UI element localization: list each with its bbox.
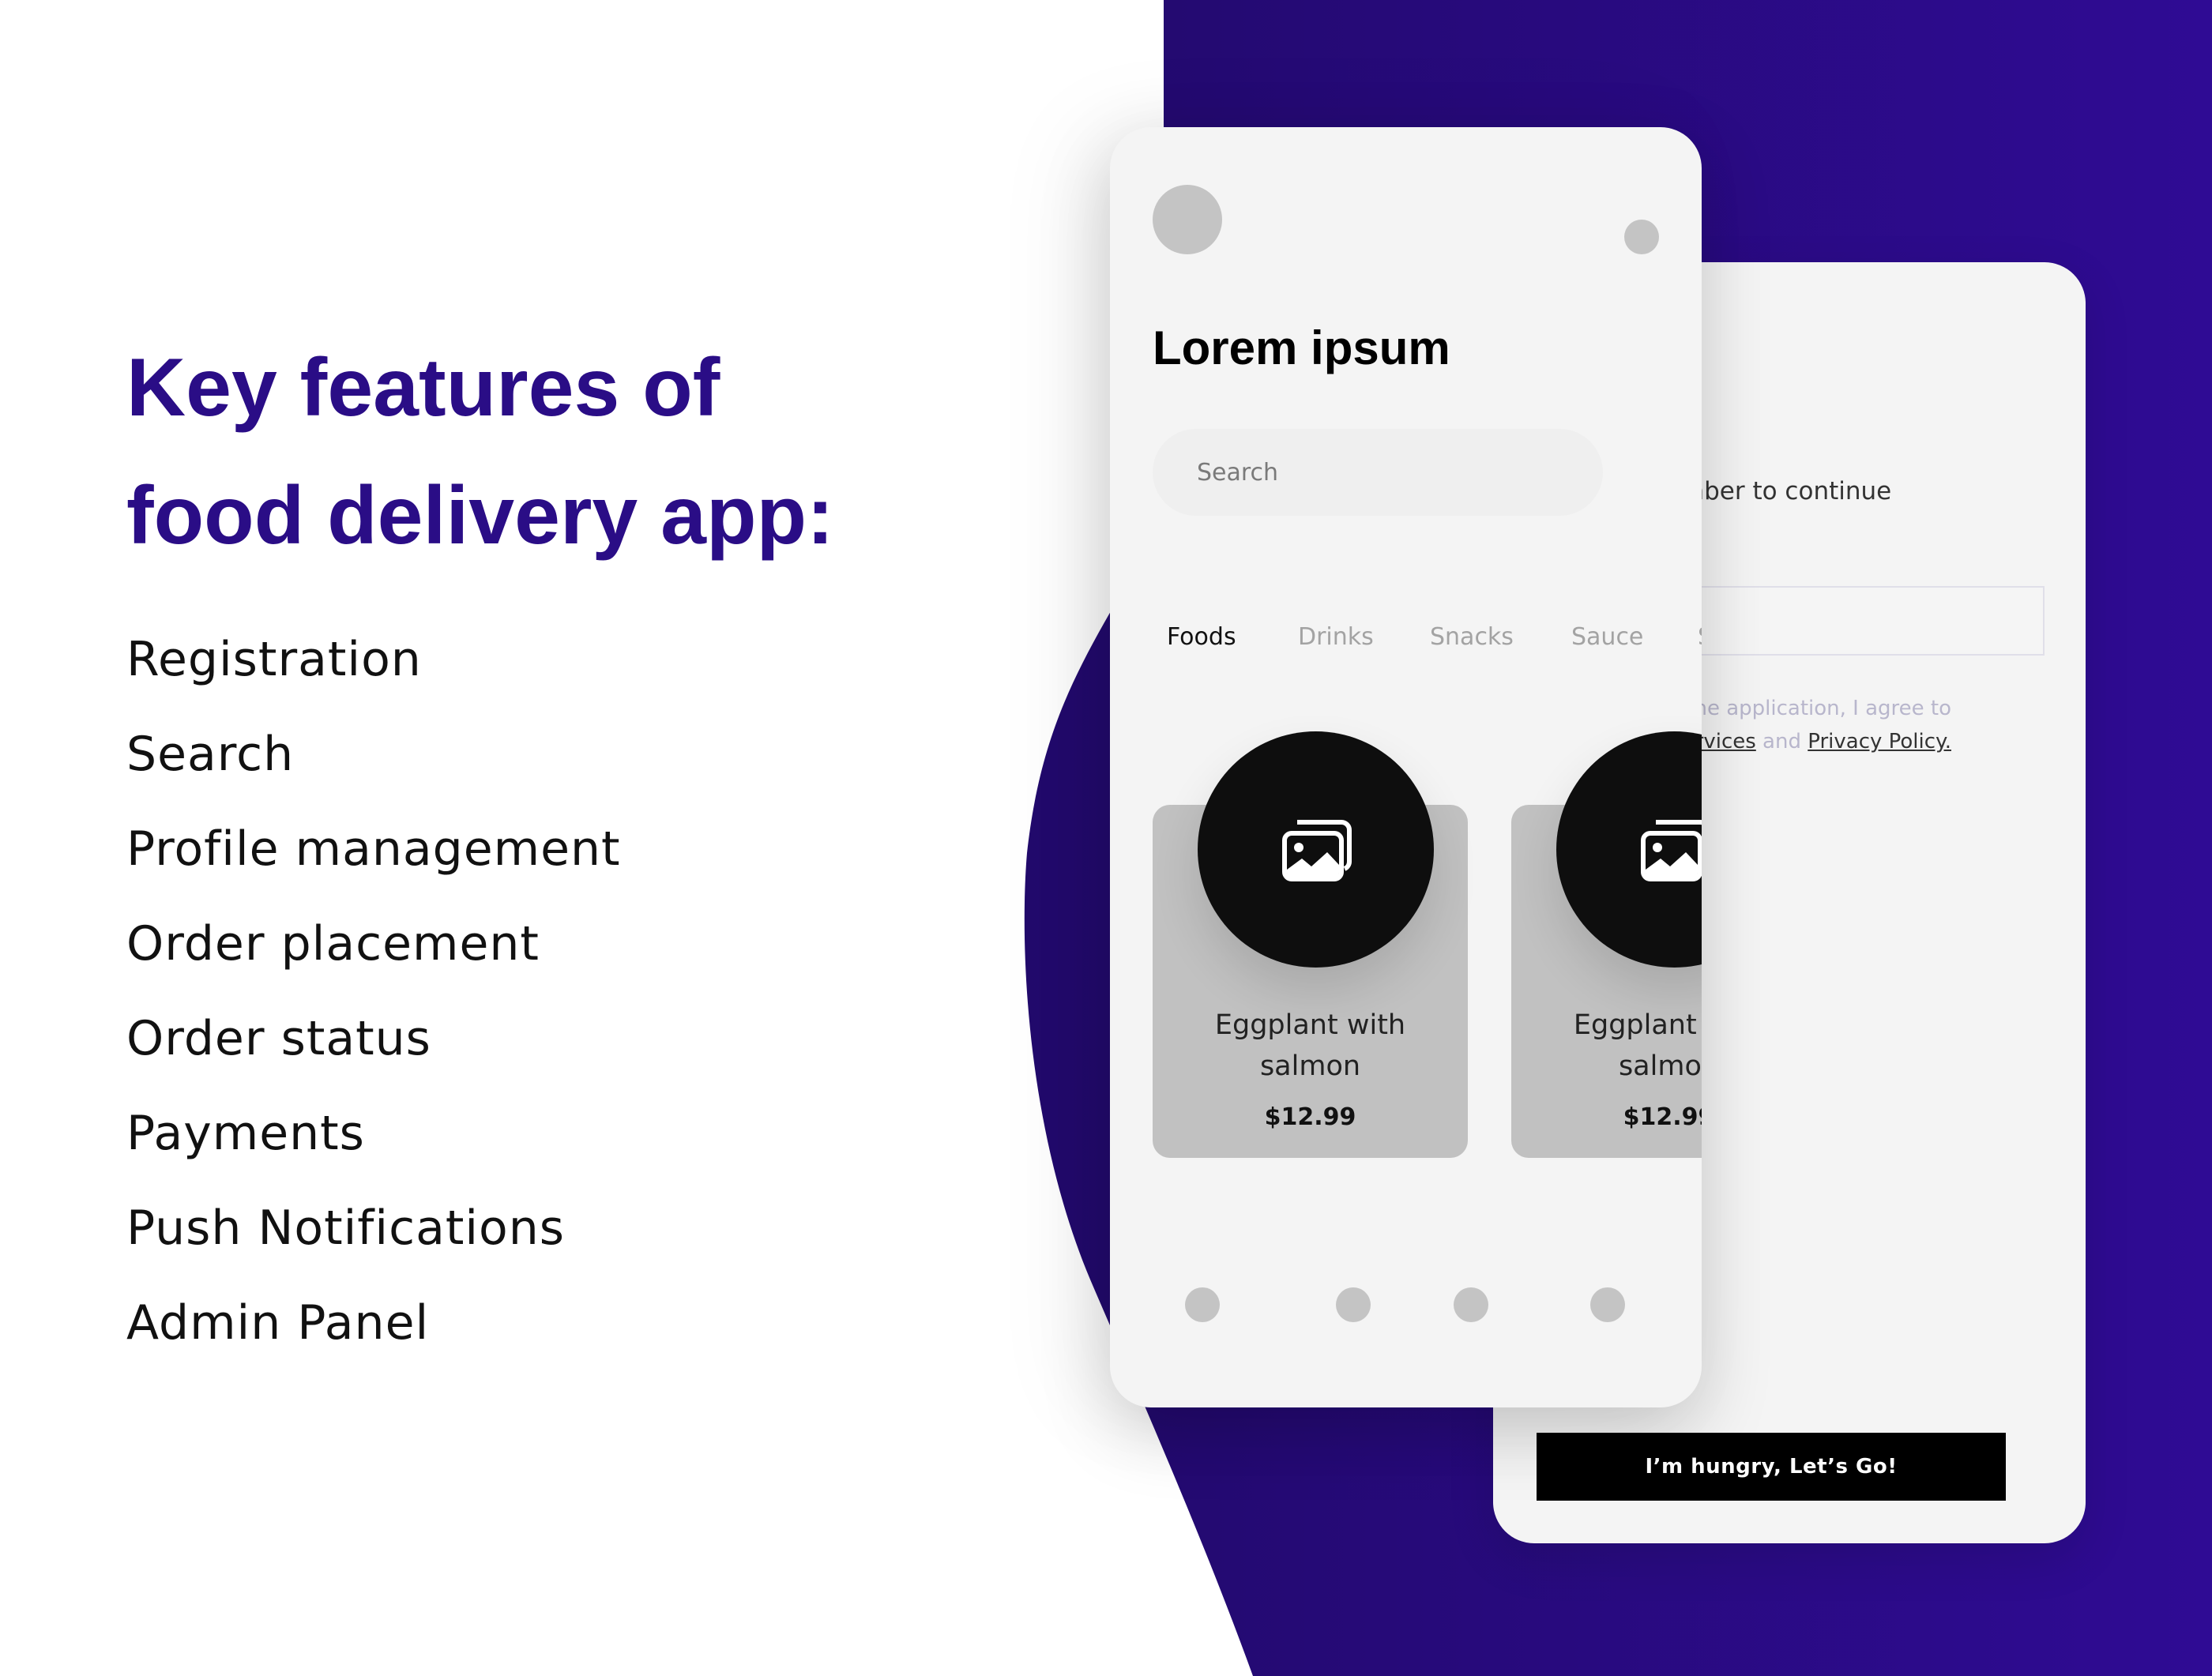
food-item-card[interactable]: Eggplant with salmon $12.99 bbox=[1153, 731, 1468, 1158]
food-image-placeholder bbox=[1198, 731, 1434, 968]
feature-item: Push Notifications bbox=[126, 1201, 566, 1256]
feature-item: Profile management bbox=[126, 821, 621, 877]
feature-item: Admin Panel bbox=[126, 1295, 430, 1351]
page-title: Lorem ipsum bbox=[1153, 321, 1450, 374]
food-price: $12.99 bbox=[1264, 1103, 1356, 1131]
food-name: Eggplant with salmon bbox=[1153, 1005, 1468, 1087]
feature-item: Registration bbox=[126, 632, 422, 687]
food-image-placeholder bbox=[1556, 731, 1702, 968]
terms-and: and bbox=[1755, 730, 1808, 753]
feature-item: Order placement bbox=[126, 916, 540, 971]
heading-line-1: Key features of bbox=[126, 342, 720, 434]
food-name-line-1: Eggplant with bbox=[1573, 1009, 1702, 1041]
tab-foods[interactable]: Foods bbox=[1167, 623, 1236, 651]
tab-drinks[interactable]: Drinks bbox=[1298, 623, 1374, 651]
food-item-card[interactable]: Eggplant with salmon $12.99 bbox=[1511, 731, 1702, 1158]
food-name-line-2: salmon bbox=[1618, 1050, 1702, 1082]
bottom-nav-home-icon[interactable] bbox=[1185, 1287, 1220, 1322]
lets-go-button[interactable]: I’m hungry, Let’s Go! bbox=[1537, 1433, 2006, 1501]
avatar-icon[interactable] bbox=[1153, 185, 1222, 254]
bottom-nav-profile-icon[interactable] bbox=[1590, 1287, 1625, 1322]
feature-item: Payments bbox=[126, 1106, 365, 1161]
bottom-nav-search-icon[interactable] bbox=[1336, 1287, 1371, 1322]
home-screen-mockup: Lorem ipsum Foods Drinks Snacks Sauce S … bbox=[1110, 127, 1702, 1407]
heading-line-2: food delivery app: bbox=[126, 470, 834, 562]
main-heading: Key features of food delivery app: bbox=[126, 324, 834, 580]
privacy-policy-link[interactable]: Privacy Policy. bbox=[1808, 730, 1951, 753]
food-name: Eggplant with salmon bbox=[1511, 1005, 1702, 1087]
notification-icon[interactable] bbox=[1624, 220, 1659, 254]
feature-item: Search bbox=[126, 727, 295, 782]
image-gallery-icon bbox=[1281, 819, 1352, 881]
food-price: $12.99 bbox=[1623, 1103, 1702, 1131]
food-name-line-1: Eggplant with bbox=[1214, 1009, 1406, 1041]
image-gallery-icon bbox=[1640, 819, 1702, 881]
tab-snacks[interactable]: Snacks bbox=[1430, 623, 1514, 651]
tab-more[interactable]: S bbox=[1698, 623, 1702, 651]
tab-sauce[interactable]: Sauce bbox=[1571, 623, 1643, 651]
bottom-nav-cart-icon[interactable] bbox=[1454, 1287, 1488, 1322]
search-input[interactable] bbox=[1197, 429, 1576, 516]
search-bar[interactable] bbox=[1153, 429, 1603, 516]
features-list: Registration Search Profile management O… bbox=[126, 624, 621, 1382]
food-name-line-2: salmon bbox=[1259, 1050, 1361, 1082]
feature-item: Order status bbox=[126, 1011, 431, 1066]
